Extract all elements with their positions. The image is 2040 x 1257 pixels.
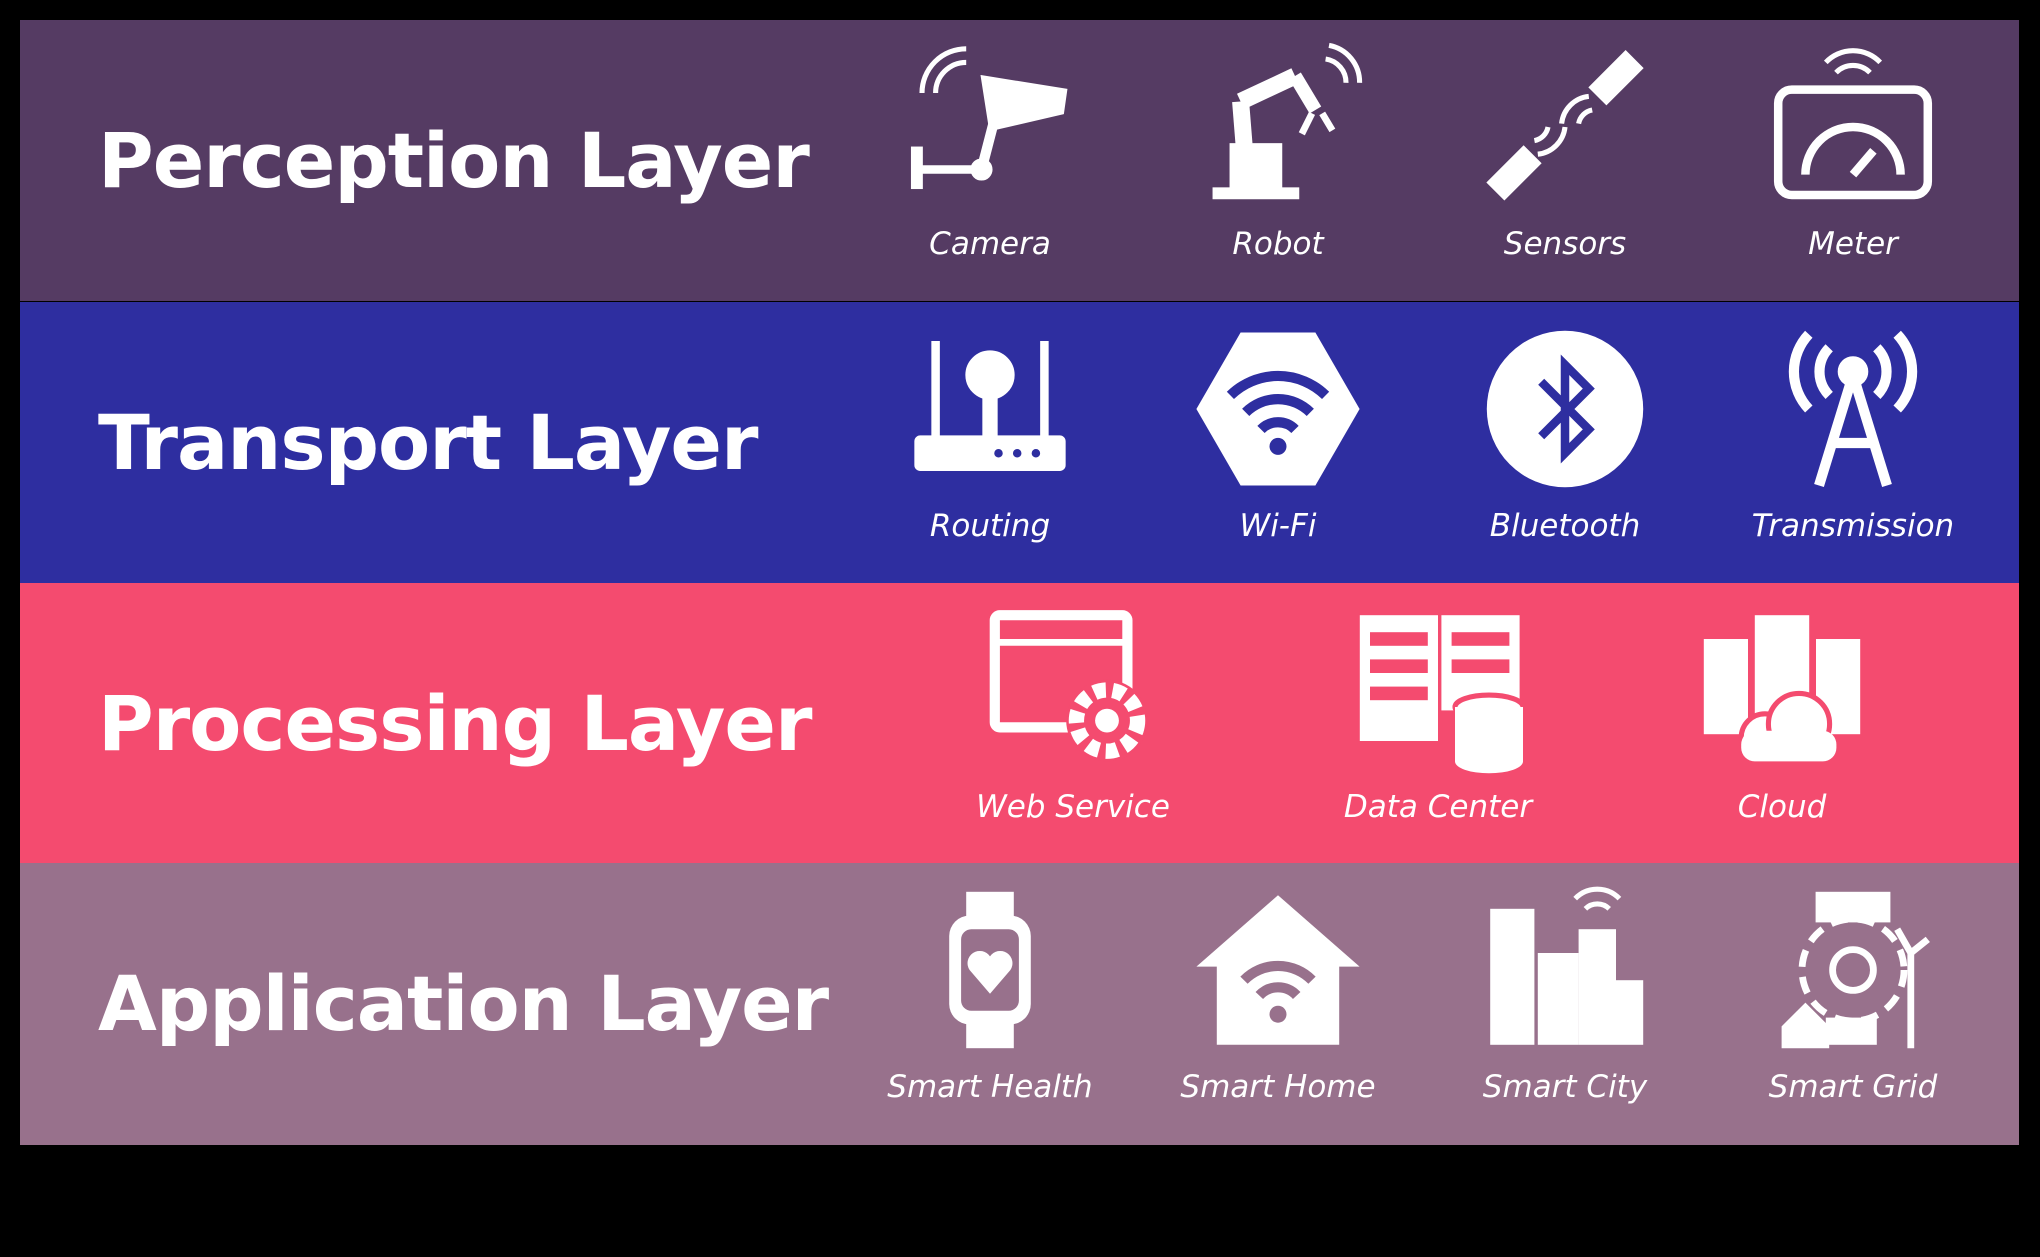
item-label: Smart City [1482, 1069, 1648, 1105]
item-label: Meter [1808, 226, 1898, 262]
router-icon [905, 324, 1075, 494]
smart-city-icon [1480, 885, 1650, 1055]
item-label: Smart Home [1180, 1069, 1376, 1105]
item-transmission: Transmission [1723, 302, 1983, 583]
layer-title: Transport Layer [98, 398, 758, 487]
item-sensors: Sensors [1435, 20, 1695, 301]
sensors-icon [1480, 42, 1650, 212]
robot-arm-icon [1193, 42, 1363, 212]
item-smart-home: Smart Home [1148, 863, 1408, 1144]
web-service-gear-icon [988, 605, 1158, 775]
application-layer-band: Application Layer Smart Health Smart Hom… [20, 863, 2019, 1145]
item-web-service: Web Service [943, 583, 1203, 864]
item-cloud: Cloud [1652, 583, 1912, 864]
layer-title: Application Layer [98, 959, 829, 1048]
bluetooth-icon [1480, 324, 1650, 494]
item-bluetooth: Bluetooth [1435, 302, 1695, 583]
item-data-center: Data Center [1308, 583, 1568, 864]
layer-title: Processing Layer [98, 679, 812, 768]
smartwatch-icon [905, 885, 1075, 1055]
perception-layer-band: Perception Layer Camera Robot Sensors Me… [20, 20, 2019, 301]
item-label: Smart Health [887, 1069, 1093, 1105]
cloud-server-icon [1697, 605, 1867, 775]
item-smart-health: Smart Health [860, 863, 1120, 1144]
item-label: Web Service [976, 789, 1170, 825]
item-wifi: Wi-Fi [1148, 302, 1408, 583]
item-label: Robot [1232, 226, 1324, 262]
transport-layer-band: Transport Layer Routing Wi-Fi Bluetooth … [20, 302, 2019, 583]
item-routing: Routing [860, 302, 1120, 583]
item-label: Data Center [1343, 789, 1533, 825]
item-label: Bluetooth [1489, 508, 1641, 544]
transmission-tower-icon [1768, 324, 1938, 494]
item-label: Camera [929, 226, 1051, 262]
item-label: Cloud [1737, 789, 1827, 825]
item-label: Sensors [1503, 226, 1627, 262]
security-camera-icon [905, 42, 1075, 212]
smart-home-icon [1193, 885, 1363, 1055]
layer-title: Perception Layer [98, 116, 810, 205]
item-label: Routing [929, 508, 1051, 544]
meter-icon [1768, 42, 1938, 212]
item-smart-grid: Smart Grid [1723, 863, 1983, 1144]
item-label: Smart Grid [1768, 1069, 1938, 1105]
wifi-icon [1193, 324, 1363, 494]
data-center-icon [1353, 605, 1526, 775]
processing-layer-band: Processing Layer Web Service Data Center… [20, 583, 2019, 864]
item-meter: Meter [1723, 20, 1983, 301]
item-label: Wi-Fi [1239, 508, 1317, 544]
item-label: Transmission [1751, 508, 1955, 544]
item-robot: Robot [1148, 20, 1408, 301]
smart-grid-icon [1768, 885, 1938, 1055]
item-smart-city: Smart City [1435, 863, 1695, 1144]
item-camera: Camera [860, 20, 1120, 301]
